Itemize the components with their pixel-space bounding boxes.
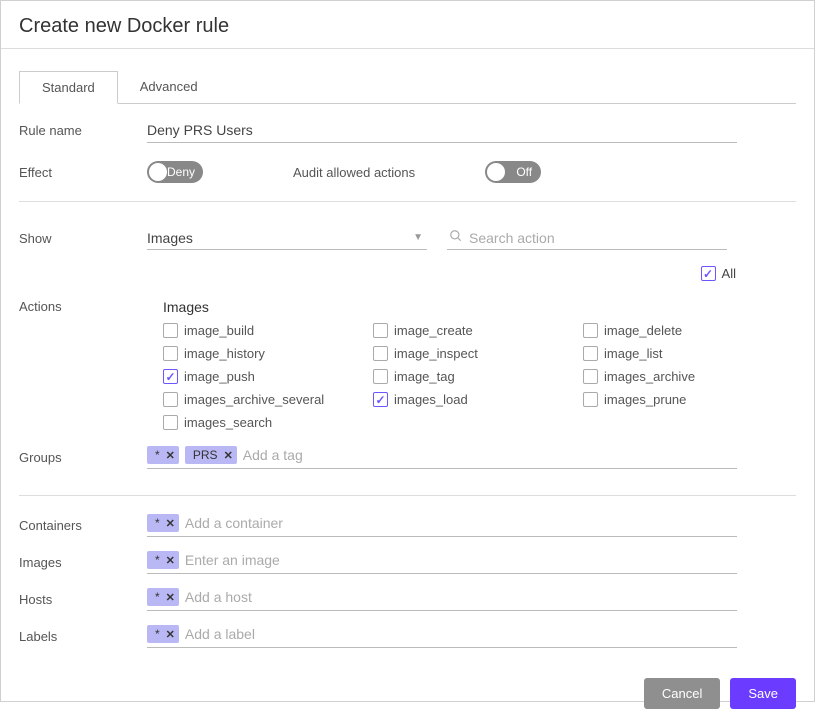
hosts-label: Hosts [19,592,147,607]
action-label: image_inspect [394,346,478,361]
actions-grid: image_build image_create image_deleteimage… [163,323,796,430]
close-icon[interactable]: ✕ [166,591,175,604]
wildcard-chip[interactable]: *✕ [147,588,179,606]
action-label: images_prune [604,392,686,407]
action-image_history[interactable]: image_history [163,346,373,361]
action-checkbox[interactable] [163,323,178,338]
effect-label: Effect [19,165,147,180]
hosts-input[interactable] [185,589,737,605]
toggle-knob [487,163,505,181]
groups-label: Groups [19,450,147,465]
action-image_build[interactable]: image_build [163,323,373,338]
images-input[interactable] [185,552,737,568]
action-image_delete[interactable]: image_delete [583,323,793,338]
all-checkbox-wrap[interactable]: All [701,266,736,281]
action-checkbox[interactable] [583,392,598,407]
show-select-value: Images [147,230,413,246]
action-checkbox[interactable] [163,415,178,430]
search-action-input[interactable] [469,230,727,246]
action-checkbox[interactable] [163,369,178,384]
toggle-knob [149,163,167,181]
action-label: image_delete [604,323,682,338]
show-select[interactable]: Images ▼ [147,227,427,250]
wildcard-chip[interactable]: *✕ [147,514,179,532]
containers-input[interactable] [185,515,737,531]
action-checkbox[interactable] [583,323,598,338]
effect-toggle-text: Deny [167,165,195,179]
close-icon[interactable]: ✕ [166,449,175,462]
action-checkbox[interactable] [373,392,388,407]
show-label: Show [19,231,147,246]
audit-toggle[interactable]: Off [485,161,541,183]
search-action-wrap [447,226,727,250]
tab-standard[interactable]: Standard [19,71,118,104]
action-image_tag[interactable]: image_tag [373,369,583,384]
action-checkbox[interactable] [163,346,178,361]
cancel-button[interactable]: Cancel [644,678,720,709]
all-label: All [722,266,736,281]
tabs: Standard Advanced [19,71,796,104]
wildcard-chip[interactable]: *✕ [147,551,179,569]
labels-input[interactable] [185,626,737,642]
close-icon[interactable]: ✕ [166,628,175,641]
audit-label: Audit allowed actions [293,165,415,180]
rule-name-label: Rule name [19,123,147,138]
action-label: image_create [394,323,473,338]
close-icon[interactable]: ✕ [166,554,175,567]
action-label: images_archive [604,369,695,384]
action-image_create[interactable]: image_create [373,323,583,338]
action-label: image_tag [394,369,455,384]
all-checkbox[interactable] [701,266,716,281]
chevron-down-icon: ▼ [413,232,423,243]
action-label: image_history [184,346,265,361]
group-chip[interactable]: *✕ [147,446,179,464]
action-checkbox[interactable] [163,392,178,407]
rule-name-input[interactable] [147,118,737,143]
close-icon[interactable]: ✕ [224,449,233,462]
containers-label: Containers [19,518,147,533]
action-images_load[interactable]: images_load [373,392,583,407]
action-checkbox[interactable] [373,369,388,384]
save-button[interactable]: Save [730,678,796,709]
action-checkbox[interactable] [373,346,388,361]
divider [19,495,796,496]
group-chip[interactable]: PRS✕ [185,446,237,464]
tab-advanced[interactable]: Advanced [118,71,220,103]
labels-label: Labels [19,629,147,644]
hosts-tags[interactable]: *✕ [147,588,737,611]
action-label: image_build [184,323,254,338]
page-title: Create new Docker rule [19,15,796,38]
action-images_archive_several[interactable]: images_archive_several [163,392,373,407]
effect-toggle[interactable]: Deny [147,161,203,183]
action-image_push[interactable]: image_push [163,369,373,384]
search-icon [449,229,463,246]
labels-tags[interactable]: *✕ [147,625,737,648]
containers-tags[interactable]: *✕ [147,514,737,537]
action-images_prune[interactable]: images_prune [583,392,793,407]
groups-tags[interactable]: *✕ PRS✕ [147,446,737,469]
action-checkbox[interactable] [583,369,598,384]
actions-heading: Images [163,299,796,315]
images-label: Images [19,555,147,570]
action-label: images_search [184,415,272,430]
close-icon[interactable]: ✕ [166,517,175,530]
audit-toggle-text: Off [516,165,532,179]
action-label: image_push [184,369,255,384]
action-checkbox[interactable] [583,346,598,361]
action-images_archive[interactable]: images_archive [583,369,793,384]
action-checkbox[interactable] [373,323,388,338]
images-tags[interactable]: *✕ [147,551,737,574]
wildcard-chip[interactable]: *✕ [147,625,179,643]
groups-input[interactable] [243,447,737,463]
action-images_search[interactable]: images_search [163,415,373,430]
action-label: images_load [394,392,468,407]
action-image_list[interactable]: image_list [583,346,793,361]
action-label: image_list [604,346,663,361]
action-image_inspect[interactable]: image_inspect [373,346,583,361]
actions-label: Actions [19,299,147,314]
action-label: images_archive_several [184,392,324,407]
